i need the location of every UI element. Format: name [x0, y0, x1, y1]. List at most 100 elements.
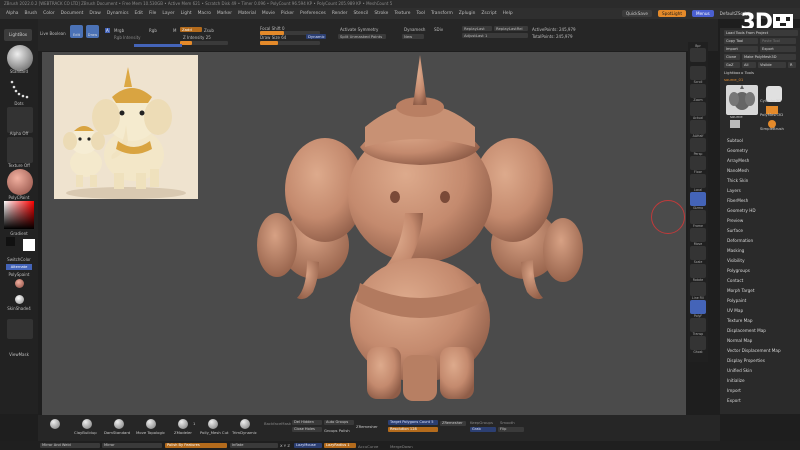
- texture-slot[interactable]: [7, 137, 33, 163]
- menu-document[interactable]: Document: [61, 11, 84, 16]
- inflate-slider[interactable]: Inflate: [230, 443, 278, 448]
- copy-tool-button[interactable]: Copy Tool: [724, 38, 758, 44]
- close-holes-button[interactable]: Close Holes: [292, 427, 322, 432]
- rotate-button[interactable]: [690, 264, 706, 278]
- menu-alpha[interactable]: Alpha: [6, 11, 18, 16]
- skin-material-icon[interactable]: [15, 279, 24, 288]
- subpalette-polygroups[interactable]: Polygroups: [727, 268, 750, 273]
- activate-symmetry-button[interactable]: Activate Symmetry: [340, 27, 378, 32]
- subpalette-nanomesh[interactable]: NanoMesh: [727, 168, 749, 173]
- menu-help[interactable]: Help: [503, 11, 513, 16]
- move-button[interactable]: [690, 228, 706, 242]
- zoom-button[interactable]: [690, 84, 706, 98]
- grab-button[interactable]: Grab: [470, 427, 496, 432]
- subpalette-geometry-hd[interactable]: Geometry HD: [727, 208, 756, 213]
- flip-button[interactable]: Flip: [498, 427, 524, 432]
- quicksave-button[interactable]: QuickSave: [621, 10, 652, 17]
- dynamic-toggle[interactable]: Dynamic: [306, 34, 326, 39]
- del-hidden-button[interactable]: Del Hidden: [292, 420, 322, 425]
- auto-groups-button[interactable]: Auto Groups: [324, 420, 354, 425]
- accucurve-toggle[interactable]: AccuCurve: [358, 444, 378, 449]
- m-toggle[interactable]: M: [173, 28, 176, 33]
- mrgb-toggle[interactable]: Mrgb: [114, 28, 124, 33]
- keep-groups-toggle[interactable]: KeepGroups: [470, 420, 493, 425]
- gizmo-button[interactable]: [690, 192, 706, 206]
- mirror-and-weld-button[interactable]: Mirror And Weld: [40, 443, 100, 448]
- live-boolean-button[interactable]: Live Boolean: [40, 31, 66, 36]
- menu-light[interactable]: Light: [181, 11, 192, 16]
- r-button[interactable]: R: [788, 62, 796, 68]
- source-tool-thumb[interactable]: [726, 85, 758, 115]
- subpalette-import[interactable]: Import: [727, 388, 741, 393]
- subpalette-arraymesh[interactable]: ArrayMesh: [727, 158, 749, 163]
- subpalette-vector-displacement-map[interactable]: Vector Displacement Map: [727, 348, 781, 353]
- dynamesh-button[interactable]: Dynamesh: [404, 27, 425, 32]
- xyz-symmetry-toggle[interactable]: X Y Z: [280, 443, 290, 448]
- lightbox-tools-button[interactable]: Lightbox ▸ Tools: [724, 70, 754, 76]
- alternate-button[interactable]: Alternate: [6, 264, 32, 270]
- subpalette-masking[interactable]: Masking: [727, 248, 744, 253]
- menu-draw[interactable]: Draw: [89, 11, 100, 16]
- load-tools-project-button[interactable]: Load Tools From Project: [724, 30, 798, 36]
- menu-zscript[interactable]: Zscript: [481, 11, 496, 16]
- aahalf-button[interactable]: [690, 120, 706, 134]
- current-tool-name[interactable]: source_01: [724, 77, 743, 83]
- split-unmasked-button[interactable]: Split Unmasked Points: [338, 34, 386, 39]
- menu-zplugin[interactable]: Zplugin: [459, 11, 476, 16]
- merge-down-button[interactable]: MergeDown: [390, 444, 413, 449]
- polish-by-features-slider[interactable]: Polish By Features: [165, 443, 227, 448]
- subpalette-contact[interactable]: Contact: [727, 278, 743, 283]
- smooth-toggle[interactable]: Smooth: [500, 420, 515, 425]
- zadd-toggle[interactable]: Zadd: [180, 27, 202, 32]
- paste-tool-button[interactable]: Paste Tool: [760, 38, 796, 44]
- menu-edit[interactable]: Edit: [135, 11, 144, 16]
- subpalette-deformation[interactable]: Deformation: [727, 238, 753, 243]
- menu-stencil[interactable]: Stencil: [353, 11, 368, 16]
- menu-dynamics[interactable]: Dynamics: [107, 11, 129, 16]
- lazyradius-slider[interactable]: LazyRadius 1: [324, 443, 356, 448]
- subpalette-export[interactable]: Export: [727, 398, 741, 403]
- frame-button[interactable]: [690, 210, 706, 224]
- menu-macro[interactable]: Macro: [198, 11, 211, 16]
- subpalette-surface[interactable]: Surface: [727, 228, 743, 233]
- replay-last-button[interactable]: ReplayLast: [462, 26, 492, 31]
- subpalette-display-properties[interactable]: Display Properties: [727, 358, 765, 363]
- make-polymesh-button[interactable]: Make PolyMesh3D: [742, 54, 796, 60]
- z-intensity-slider[interactable]: [180, 41, 228, 45]
- secondary-tool-icon[interactable]: [730, 120, 740, 128]
- menu-transform[interactable]: Transform: [431, 11, 453, 16]
- menu-texture[interactable]: Texture: [394, 11, 410, 16]
- polly-mesh-cut-brush-icon[interactable]: [208, 419, 218, 429]
- subpalette-normal-map[interactable]: Normal Map: [727, 338, 752, 343]
- rgb-toggle[interactable]: Rgb: [149, 28, 157, 33]
- menu-movie[interactable]: Movie: [262, 11, 275, 16]
- local-button[interactable]: [690, 174, 706, 188]
- target-polygons-slider[interactable]: Target Polygons Count 5: [388, 420, 438, 425]
- subpalette-uv-map[interactable]: UV Map: [727, 308, 743, 313]
- subpalette-unified-skin[interactable]: Unified Skin: [727, 368, 752, 373]
- new-button[interactable]: New: [402, 34, 424, 39]
- sculpt-model[interactable]: [255, 55, 585, 410]
- subpalette-subtool[interactable]: Subtool: [727, 138, 743, 143]
- skinshade-material-icon[interactable]: [15, 295, 24, 304]
- floor-button[interactable]: [690, 156, 706, 170]
- persp-button[interactable]: [690, 138, 706, 152]
- bpr-button[interactable]: [690, 48, 706, 62]
- menu-render[interactable]: Render: [332, 11, 348, 16]
- subpalette-texture-map[interactable]: Texture Map: [727, 318, 753, 323]
- zremesher-button[interactable]: ZRemesher: [440, 421, 466, 426]
- subpalette-preview[interactable]: Preview: [727, 218, 743, 223]
- adjust-last-slider[interactable]: AdjustLast 1: [462, 33, 528, 38]
- rgb-intensity-slider[interactable]: [134, 44, 182, 47]
- menus-toggle[interactable]: Menus: [691, 10, 714, 17]
- move-topologic-brush-icon[interactable]: [146, 419, 156, 429]
- draw-button[interactable]: Draw: [86, 25, 99, 38]
- material-sphere-icon[interactable]: [7, 169, 33, 195]
- groups-polish-button[interactable]: Groups Polish: [324, 428, 350, 433]
- subpalette-layers[interactable]: Layers: [727, 188, 741, 193]
- edit-button[interactable]: Edit: [70, 25, 83, 38]
- lazymouse-toggle[interactable]: LazyMouse: [294, 443, 322, 448]
- menu-color[interactable]: Color: [43, 11, 54, 16]
- subpalette-geometry[interactable]: Geometry: [727, 148, 748, 153]
- menu-layer[interactable]: Layer: [162, 11, 174, 16]
